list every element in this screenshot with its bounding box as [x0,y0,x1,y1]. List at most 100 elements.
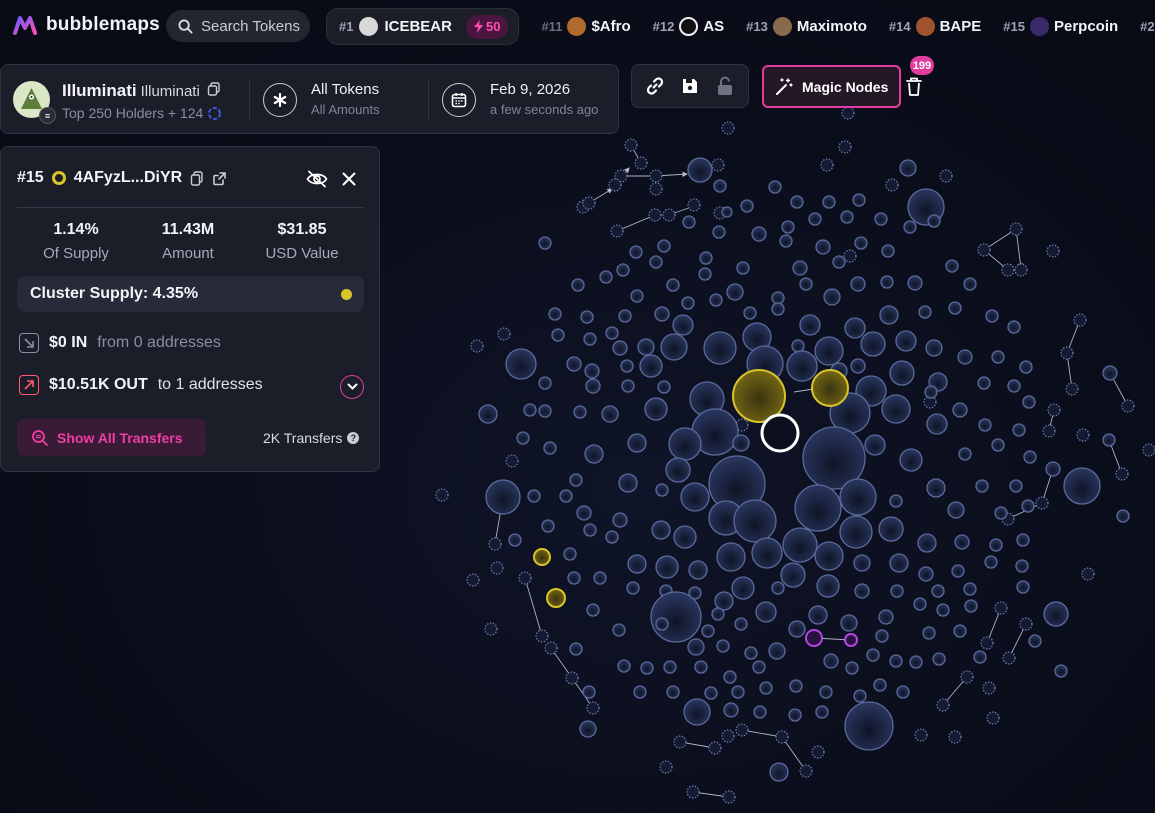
contract-bubble[interactable] [980,636,994,650]
contract-bubble[interactable] [466,573,480,587]
holder-bubble[interactable] [726,283,744,301]
holder-bubble[interactable] [963,277,977,291]
holder-bubble[interactable] [680,482,710,512]
holder-bubble[interactable] [815,239,831,255]
holder-bubble[interactable] [538,404,552,418]
holder-bubble[interactable] [918,566,934,582]
holder-bubble[interactable] [768,642,786,660]
holder-bubble[interactable] [880,275,894,289]
holder-bubble[interactable] [716,639,730,653]
holder-bubble[interactable] [945,259,959,273]
contract-bubble[interactable] [799,764,813,778]
holder-bubble[interactable] [878,609,894,625]
holder-bubble[interactable] [543,441,557,455]
holder-bubble[interactable] [889,654,903,668]
holder-bubble[interactable] [957,349,973,365]
holder-bubble[interactable] [907,275,923,291]
share-link-button[interactable] [642,73,668,99]
holder-bubble[interactable] [612,623,626,637]
save-button[interactable] [677,73,703,99]
holder-bubble[interactable] [1045,461,1061,477]
holder-bubble[interactable] [508,533,522,547]
contract-bubble[interactable] [1014,263,1028,277]
contract-bubble[interactable] [634,156,648,170]
holder-bubble[interactable] [823,653,839,669]
contract-bubble[interactable] [610,224,624,238]
holder-bubble[interactable] [744,646,758,660]
contract-bubble[interactable] [686,785,700,799]
contract-bubble[interactable] [1019,617,1033,631]
holder-bubble[interactable] [779,234,793,248]
contract-bubble[interactable] [820,158,834,172]
holder-bubble[interactable] [913,597,927,611]
holder-bubble[interactable] [657,380,671,394]
holder-bubble[interactable] [637,338,655,356]
holder-bubble[interactable] [1007,320,1021,334]
contract-bubble[interactable] [582,196,596,210]
holder-bubble[interactable] [788,708,802,722]
contract-bubble[interactable] [838,140,852,154]
holder-bubble[interactable] [682,215,696,229]
holder-bubble[interactable] [1028,634,1042,648]
holder-bubble[interactable] [660,333,688,361]
holder-bubble[interactable] [873,678,887,692]
lock-button[interactable] [712,73,738,99]
holder-bubble[interactable] [768,180,782,194]
holder-bubble[interactable] [621,379,635,393]
holder-bubble[interactable] [527,489,541,503]
contract-bubble[interactable] [565,671,579,685]
holder-bubble[interactable] [844,317,866,339]
holder-bubble[interactable] [505,348,537,380]
holder-bubble[interactable] [666,685,680,699]
holder-bubble[interactable] [548,307,562,321]
holder-bubble[interactable] [703,331,737,365]
contract-bubble[interactable] [544,641,558,655]
holder-bubble[interactable] [991,438,1005,452]
holder-bubble[interactable] [991,350,1005,364]
contract-bubble[interactable] [649,169,663,183]
contract-bubble[interactable] [885,178,899,192]
holder-bubble[interactable] [569,642,583,656]
holder-bubble[interactable] [844,701,894,751]
contract-bubble[interactable] [721,121,735,135]
holder-bubble[interactable] [687,157,713,183]
holder-bubble[interactable] [551,328,565,342]
holder-bubble[interactable] [485,479,521,515]
holder-bubble[interactable] [731,576,755,600]
holder-bubble[interactable] [799,277,813,291]
contract-bubble[interactable] [648,208,662,222]
holder-bubble[interactable] [994,506,1008,520]
holder-bubble[interactable] [723,702,739,718]
holder-bubble[interactable] [932,652,946,666]
holder-bubble[interactable] [626,581,640,595]
holder-bubble[interactable] [975,479,989,493]
holder-bubble[interactable] [1009,479,1023,493]
contract-bubble[interactable] [1060,346,1074,360]
contract-bubble[interactable] [1065,382,1079,396]
holder-bubble[interactable] [640,661,654,675]
holder-bubble[interactable] [984,555,998,569]
holder-bubble[interactable] [854,583,870,599]
holder-bubble[interactable] [478,404,498,424]
holder-bubble[interactable] [714,591,734,611]
holder-bubble[interactable] [582,685,596,699]
holder-bubble[interactable] [701,624,715,638]
holder-bubble[interactable] [875,629,889,643]
holder-bubble[interactable] [573,405,587,419]
holder-bubble[interactable] [890,584,904,598]
holder-bubble[interactable] [947,501,965,519]
contract-bubble[interactable] [687,198,701,212]
holder-bubble[interactable] [618,309,632,323]
show-all-transfers-button[interactable]: Show All Transfers [17,419,206,456]
holder-bubble[interactable] [699,251,713,265]
holder-bubble[interactable] [1063,467,1101,505]
contract-bubble[interactable] [488,537,502,551]
holder-bubble[interactable] [954,534,970,550]
holder-bubble[interactable] [599,270,613,284]
holder-bubble[interactable] [948,301,962,315]
holder-bubble[interactable] [963,582,977,596]
holder-bubble[interactable] [815,705,829,719]
holder-bubble[interactable] [627,554,647,574]
search-input[interactable]: Search Tokens [166,10,310,42]
holder-bubble[interactable] [1012,423,1026,437]
